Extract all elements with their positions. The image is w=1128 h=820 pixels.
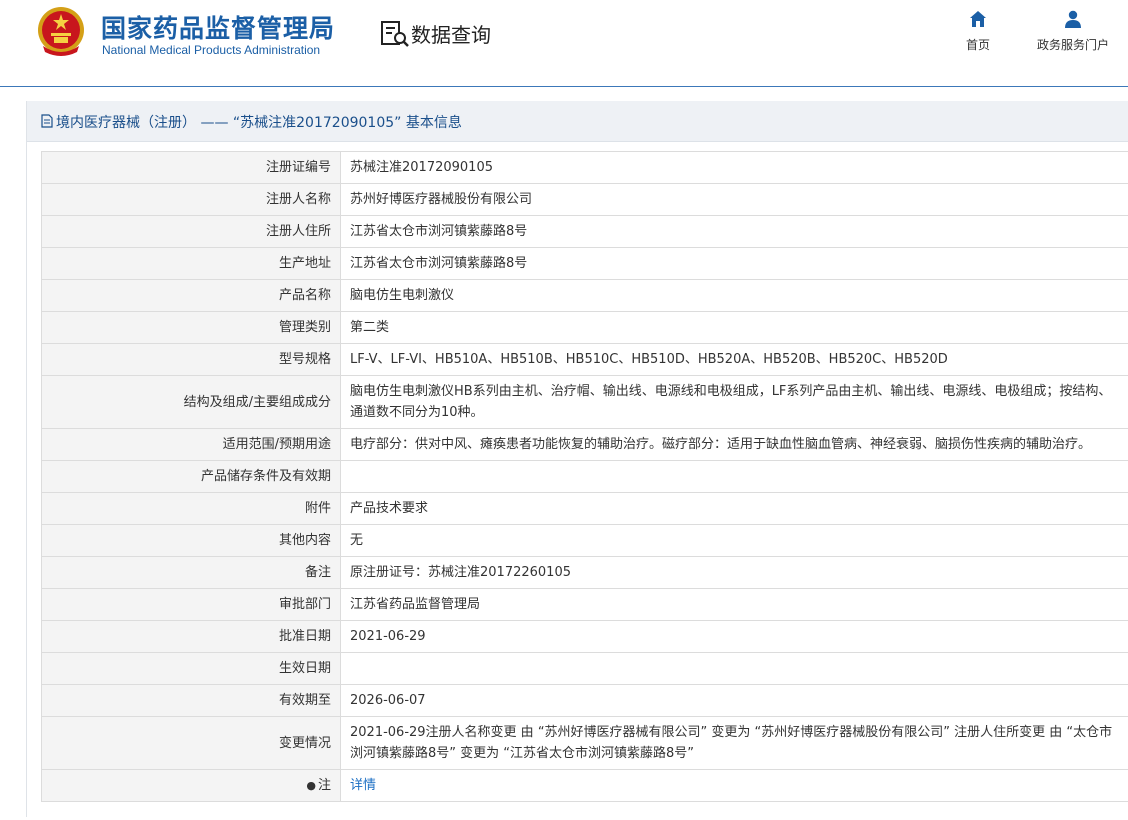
data-query-icon <box>381 21 409 47</box>
field-value: 第二类 <box>340 311 1128 344</box>
table-row: 备注 原注册证号：苏械注准20172260105 <box>41 556 1128 589</box>
table-row: 生产地址 江苏省太仓市浏河镇紫藤路8号 <box>41 247 1128 280</box>
table-row: 结构及组成/主要组成成分 脑电仿生电刺激仪HB系列由主机、治疗帽、输出线、电源线和… <box>41 375 1128 429</box>
table-row: 附件 产品技术要求 <box>41 492 1128 525</box>
table-row: 其他内容无 <box>41 524 1128 557</box>
note-label: ● 注 <box>41 769 341 802</box>
nav-service-portal[interactable]: 政务服务门户 <box>1030 10 1116 53</box>
table-row: 型号规格 LF-V、LF-VI、HB510A、HB510B、HB510C、HB51… <box>41 343 1128 376</box>
field-value: LF-V、LF-VI、HB510A、HB510B、HB510C、HB510D、H… <box>340 343 1128 376</box>
national-emblem-icon <box>38 7 84 56</box>
field-label: 有效期至 <box>41 684 341 717</box>
field-value: 江苏省太仓市浏河镇紫藤路8号 <box>340 215 1128 248</box>
field-value: 产品技术要求 <box>340 492 1128 525</box>
panel-title: 境内医疗器械（注册） —— “苏械注准20172090105” 基本信息 <box>56 115 462 131</box>
field-value: 2021-06-29注册人名称变更 由 “苏州好博医疗器械有限公司” 变更为 “… <box>340 716 1128 770</box>
field-label: 产品储存条件及有效期 <box>41 460 341 493</box>
field-value <box>340 652 1128 685</box>
field-label: 附件 <box>41 492 341 525</box>
field-label: 备注 <box>41 556 341 589</box>
nav-portal-label: 政务服务门户 <box>1036 38 1109 52</box>
panel-header: 境内医疗器械（注册） —— “苏械注准20172090105” 基本信息 <box>27 101 1128 142</box>
table-row: 生效日期 <box>41 652 1128 685</box>
field-label: 生产地址 <box>41 247 341 280</box>
table-row: 批准日期 2021-06-29 <box>41 620 1128 653</box>
field-value: 原注册证号：苏械注准20172260105 <box>340 556 1128 589</box>
field-value: 江苏省药品监督管理局 <box>340 588 1128 621</box>
table-row: 注册证编号 苏械注准20172090105 <box>41 151 1128 184</box>
field-value: 2021-06-29 <box>340 620 1128 653</box>
field-label: 管理类别 <box>41 311 341 344</box>
table-row: 变更情况 2021-06-29注册人名称变更 由 “苏州好博医疗器械有限公司” 变… <box>41 716 1128 770</box>
details-link[interactable]: 详情 <box>350 778 376 793</box>
agency-name-en: National Medical Products Administration <box>102 43 321 57</box>
field-value <box>340 460 1128 493</box>
section-title: 数据查询 <box>411 23 491 47</box>
table-row: 审批部门 江苏省药品监督管理局 <box>41 588 1128 621</box>
field-value: 苏械注准20172090105 <box>340 151 1128 184</box>
field-value: 2026-06-07 <box>340 684 1128 717</box>
field-label: 其他内容 <box>41 524 341 557</box>
field-label: 审批部门 <box>41 588 341 621</box>
table-row: 管理类别 第二类 <box>41 311 1128 344</box>
note-key: 注 <box>317 778 331 793</box>
field-value: 脑电仿生电刺激仪HB系列由主机、治疗帽、输出线、电源线和电极组成，LF系列产品由… <box>340 375 1128 429</box>
info-table: 注册证编号 苏械注准20172090105 注册人名称 苏州好博医疗器械股份有限公司… <box>41 151 1128 802</box>
table-row: 有效期至 2026-06-07 <box>41 684 1128 717</box>
field-label: 注册人名称 <box>41 183 341 216</box>
field-label: 注册证编号 <box>41 151 341 184</box>
field-label: 生效日期 <box>41 652 341 685</box>
note-value: 详情 <box>340 769 1128 802</box>
field-value: 江苏省太仓市浏河镇紫藤路8号 <box>340 247 1128 280</box>
field-label: 型号规格 <box>41 343 341 376</box>
field-label: 结构及组成/主要组成成分 <box>41 375 341 429</box>
pin-icon: ● <box>306 779 316 792</box>
field-value: 无 <box>340 524 1128 557</box>
agency-name-cn: 国家药品监督管理局 <box>101 14 336 43</box>
table-row: 产品储存条件及有效期 <box>41 460 1128 493</box>
field-label: 适用范围/预期用途 <box>41 428 341 461</box>
detail-panel: 境内医疗器械（注册） —— “苏械注准20172090105” 基本信息 注册证… <box>26 101 1128 817</box>
field-label: 变更情况 <box>41 716 341 770</box>
note-row: ● 注 详情 <box>41 769 1128 802</box>
document-icon <box>41 114 53 128</box>
nav-home-label: 首页 <box>965 38 990 52</box>
field-value: 脑电仿生电刺激仪 <box>340 279 1128 312</box>
field-value: 电疗部分：供对中风、瘫痪患者功能恢复的辅助治疗。磁疗部分：适用于缺血性脑血管病、… <box>340 428 1128 461</box>
site-header: 国家药品监督管理局 National Medical Products Admi… <box>0 0 1128 87</box>
field-label: 产品名称 <box>41 279 341 312</box>
field-label: 批准日期 <box>41 620 341 653</box>
table-row: 注册人名称 苏州好博医疗器械股份有限公司 <box>41 183 1128 216</box>
field-label: 注册人住所 <box>41 215 341 248</box>
user-icon <box>1065 10 1081 28</box>
table-row: 适用范围/预期用途 电疗部分：供对中风、瘫痪患者功能恢复的辅助治疗。磁疗部分：适用… <box>41 428 1128 461</box>
home-icon <box>970 11 986 27</box>
table-row: 注册人住所 江苏省太仓市浏河镇紫藤路8号 <box>41 215 1128 248</box>
table-row: 产品名称 脑电仿生电刺激仪 <box>41 279 1128 312</box>
nav-home[interactable]: 首页 <box>960 10 996 53</box>
field-value: 苏州好博医疗器械股份有限公司 <box>340 183 1128 216</box>
